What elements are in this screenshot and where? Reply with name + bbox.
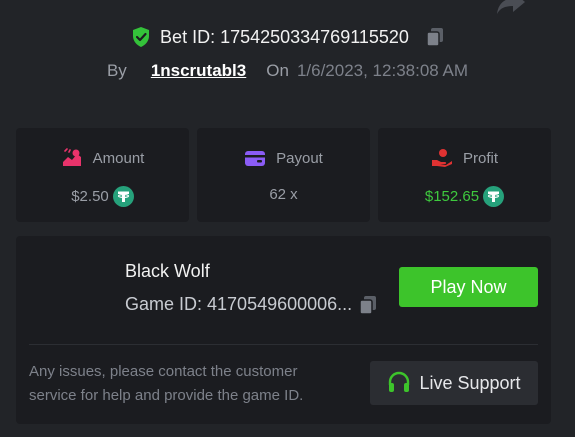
bet-id-row: Bet ID: 1754250334769115520 [0, 26, 575, 48]
bet-stats: Amount $2.50 Payout 62 x Profit $152.65 [16, 128, 551, 222]
game-id: Game ID: 4170549600006... [125, 294, 353, 314]
wallet-icon [245, 151, 266, 166]
stat-amount-value: $2.50 [71, 188, 109, 205]
verified-shield-icon [133, 27, 150, 47]
game-name: Black Wolf [125, 261, 210, 281]
share-icon[interactable] [497, 0, 525, 14]
by-label: By [106, 61, 127, 80]
issues-notice: Any issues, please contact the customer … [29, 363, 304, 404]
amount-icon [62, 148, 81, 166]
stat-profit: Profit $152.65 [378, 128, 551, 222]
copy-game-id-icon[interactable] [358, 295, 378, 315]
on-label: On [266, 61, 289, 80]
play-now-button[interactable]: Play Now [399, 267, 538, 307]
stat-payout-value: 62 x [269, 186, 298, 203]
tether-icon [112, 186, 134, 207]
stat-amount-label: Amount [92, 149, 145, 167]
bet-meta-row: By 1nscrutabl3 On 1/6/2023, 12:38:08 AM [0, 61, 575, 81]
game-card: Black Wolf Game ID: 4170549600006... Pla… [16, 236, 551, 424]
stat-profit-label: Profit [462, 149, 498, 167]
stat-payout-label: Payout [276, 149, 323, 167]
stat-payout: Payout 62 x [197, 128, 370, 222]
stat-amount: Amount $2.50 [16, 128, 189, 222]
tether-icon [483, 186, 505, 207]
divider [29, 344, 538, 345]
stat-profit-value: $152.65 [424, 188, 480, 205]
bet-id: Bet ID: 1754250334769115520 [160, 26, 409, 47]
copy-bet-id-icon[interactable] [425, 27, 445, 47]
game-id-row: Game ID: 4170549600006... [125, 294, 378, 315]
hand-coin-icon [431, 149, 452, 167]
username-link[interactable]: 1nscrutabl3 [151, 61, 246, 81]
headset-icon [389, 371, 410, 392]
bet-date: 1/6/2023, 12:38:08 AM [296, 61, 469, 80]
live-support-label: Live Support [419, 372, 521, 393]
live-support-button[interactable]: Live Support [370, 361, 538, 405]
